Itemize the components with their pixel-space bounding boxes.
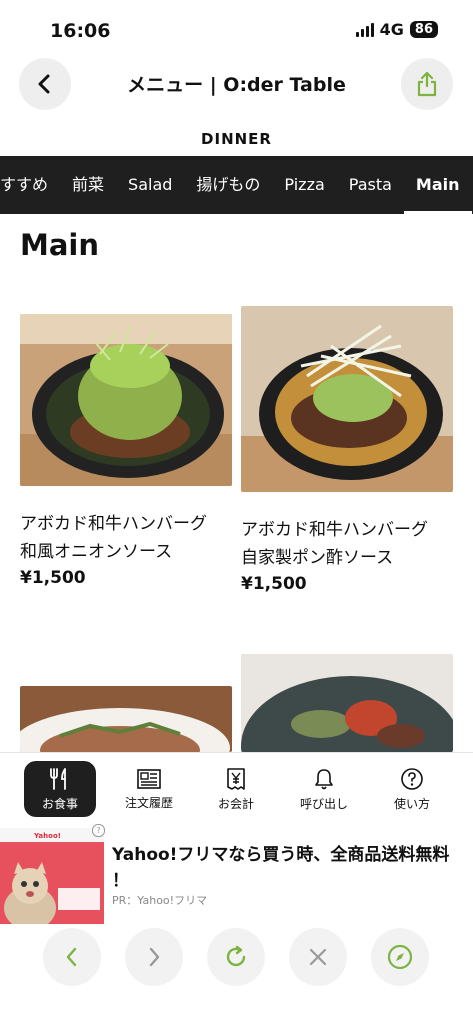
tab-label: 使い方 bbox=[393, 796, 430, 811]
status-time: 16:06 bbox=[50, 20, 111, 42]
chevron-left-icon bbox=[38, 74, 50, 94]
receipt-yen-icon bbox=[227, 767, 245, 790]
top-navigation: メニュー | O:der Table bbox=[0, 58, 473, 122]
tab-call-staff[interactable]: 呼び出し bbox=[288, 761, 360, 817]
menu-item-card[interactable]: アボカド和牛ハンバーグ 和風オニオンソース ¥1,500 bbox=[20, 314, 232, 588]
category-tab-pizza[interactable]: Pizza bbox=[272, 156, 336, 214]
battery-indicator: 86 bbox=[409, 21, 438, 38]
browser-toolbar bbox=[0, 924, 473, 1024]
bell-icon bbox=[315, 768, 333, 789]
back-button[interactable] bbox=[19, 58, 71, 110]
menu-item-photo bbox=[20, 314, 232, 486]
ad-sponsor: PR：Yahoo!フリマ bbox=[112, 894, 208, 907]
browser-reload-button[interactable] bbox=[207, 928, 265, 986]
category-tab-fried[interactable]: 揚げもの bbox=[184, 156, 272, 214]
section-label: DINNER bbox=[0, 122, 473, 156]
browser-close-button[interactable] bbox=[289, 928, 347, 986]
ad-banner[interactable]: Yahoo! ? Yahoo!フリマなら買う時、全商品送料無料 ！ PR：Yah… bbox=[0, 824, 473, 924]
browser-open-external-button[interactable] bbox=[371, 928, 429, 986]
category-tab-recommend[interactable]: すすめ bbox=[0, 156, 60, 214]
share-button[interactable] bbox=[401, 58, 453, 110]
section-heading: Main bbox=[20, 228, 100, 262]
menu-item-price: ¥1,500 bbox=[20, 568, 86, 588]
menu-item-name: アボカド和牛ハンバーグ 自家製ポン酢ソース bbox=[241, 520, 445, 568]
tab-how-to-use[interactable]: 使い方 bbox=[376, 761, 448, 817]
share-icon bbox=[417, 71, 437, 97]
category-tab-salad[interactable]: Salad bbox=[116, 156, 184, 214]
history-icon bbox=[137, 768, 161, 789]
menu-item-name: アボカド和牛ハンバーグ 和風オニオンソース bbox=[20, 514, 224, 562]
menu-item-price: ¥1,500 bbox=[241, 574, 307, 594]
tab-label: 注文履歴 bbox=[124, 795, 173, 810]
browser-back-button[interactable] bbox=[43, 928, 101, 986]
svg-text:Yahoo!: Yahoo! bbox=[33, 832, 61, 840]
status-indicators: 4G 86 bbox=[355, 20, 438, 39]
menu-item-card[interactable] bbox=[20, 686, 232, 752]
tab-checkout[interactable]: お会計 bbox=[200, 761, 272, 817]
close-icon bbox=[309, 948, 327, 966]
help-icon bbox=[401, 767, 423, 790]
category-tab-main[interactable]: Main bbox=[403, 156, 472, 214]
chevron-right-icon bbox=[149, 947, 160, 967]
tab-order-history[interactable]: 注文履歴 bbox=[113, 761, 185, 817]
chevron-left-icon bbox=[66, 947, 77, 967]
signal-icon bbox=[355, 22, 374, 37]
status-bar: 16:06 4G 86 bbox=[0, 0, 473, 58]
tab-label: お会計 bbox=[217, 796, 254, 811]
tab-label: お食事 bbox=[41, 796, 78, 811]
ad-image[interactable]: Yahoo! bbox=[0, 828, 104, 924]
menu-item-card[interactable] bbox=[241, 654, 453, 752]
tab-label: 呼び出し bbox=[299, 796, 348, 811]
menu-item-card[interactable]: アボカド和牛ハンバーグ 自家製ポン酢ソース ¥1,500 bbox=[241, 306, 453, 594]
page-title: メニュー | O:der Table bbox=[127, 74, 346, 96]
category-tab-pasta[interactable]: Pasta bbox=[337, 156, 404, 214]
reload-icon bbox=[226, 945, 246, 967]
compass-icon bbox=[387, 944, 413, 970]
category-bar: すすめ 前菜 Salad 揚げもの Pizza Pasta Main bbox=[0, 156, 473, 214]
bottom-tab-bar: お食事 注文履歴 お会計 呼び出し 使い方 bbox=[0, 752, 473, 829]
menu-item-photo bbox=[241, 306, 453, 492]
browser-forward-button[interactable] bbox=[125, 928, 183, 986]
ad-info-icon[interactable]: ? bbox=[92, 824, 105, 837]
tab-meal[interactable]: お食事 bbox=[24, 761, 96, 817]
category-tab-appetizer[interactable]: 前菜 bbox=[60, 156, 116, 214]
menu-item-photo bbox=[241, 654, 453, 752]
network-label: 4G bbox=[379, 20, 404, 39]
fork-knife-icon bbox=[50, 767, 66, 790]
ad-headline[interactable]: Yahoo!フリマなら買う時、全商品送料無料 ！ bbox=[112, 842, 463, 894]
menu-item-photo bbox=[20, 686, 232, 752]
